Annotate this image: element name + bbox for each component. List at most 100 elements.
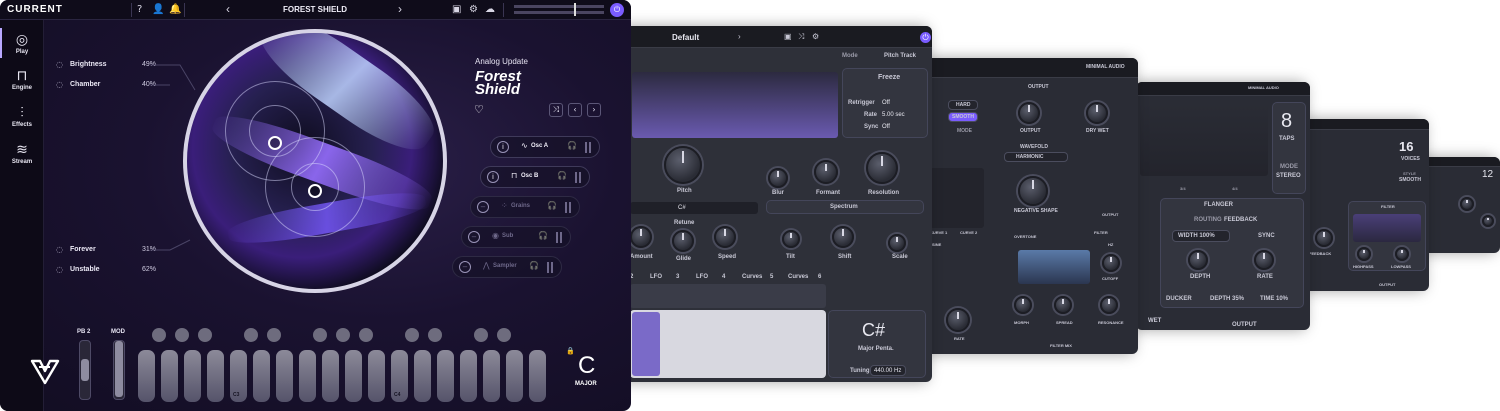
white-key[interactable]: [460, 350, 477, 402]
save-icon[interactable]: ▣: [784, 32, 792, 41]
feedback-knob[interactable]: [1315, 229, 1333, 247]
white-key[interactable]: [437, 350, 454, 402]
blur-knob[interactable]: [768, 168, 788, 188]
preset-name[interactable]: Default: [672, 33, 699, 42]
depth-knob[interactable]: [1188, 250, 1208, 270]
black-key[interactable]: [175, 328, 189, 342]
help-icon[interactable]: ?: [137, 4, 142, 15]
layer-osc-b[interactable]: i ⊓ Osc B 🎧: [480, 166, 590, 188]
layer-sub[interactable]: − ◉ Sub 🎧: [461, 226, 571, 248]
layer-sampler[interactable]: − ⋀ Sampler 🎧: [452, 256, 562, 278]
layer-info-icon[interactable]: i: [487, 171, 499, 183]
tilt-knob[interactable]: [782, 230, 800, 248]
scale-knob[interactable]: [888, 234, 906, 252]
white-key[interactable]: [207, 350, 224, 402]
nav-play[interactable]: ◎ Play: [0, 28, 44, 58]
negative-shape-knob[interactable]: [1018, 176, 1048, 206]
rate-value[interactable]: 5.00 sec: [882, 112, 905, 118]
layer-osc-a[interactable]: i ∿ Osc A 🎧: [490, 136, 600, 158]
mod-tab-6[interactable]: 6: [818, 274, 821, 280]
white-key[interactable]: [529, 350, 546, 402]
next-icon[interactable]: ›: [587, 103, 601, 117]
cutoff-knob[interactable]: [1102, 254, 1120, 272]
headphones-icon[interactable]: 🎧: [567, 141, 577, 150]
prev-preset-icon[interactable]: ‹: [226, 2, 230, 16]
layer-disabled-icon[interactable]: −: [477, 201, 489, 213]
power-icon[interactable]: ⏻: [610, 3, 624, 17]
white-key[interactable]: [299, 350, 316, 402]
morph-knob[interactable]: [1014, 296, 1032, 314]
amount-knob[interactable]: [630, 226, 652, 248]
headphones-icon[interactable]: 🎧: [538, 231, 548, 240]
pitch-bend-wheel[interactable]: [79, 340, 91, 400]
white-key[interactable]: [322, 350, 339, 402]
output-meter-right[interactable]: [514, 9, 604, 16]
mod-tab-3[interactable]: 3: [676, 274, 679, 280]
nav-stream[interactable]: ≋ Stream: [0, 142, 44, 165]
rate-knob[interactable]: [1254, 250, 1274, 270]
black-key[interactable]: [497, 328, 511, 342]
layer-grains[interactable]: − ⁘ Grains 🎧: [470, 196, 580, 218]
mod-wheel[interactable]: [113, 340, 125, 400]
shift-knob[interactable]: [832, 226, 854, 248]
rate-knob[interactable]: [946, 308, 970, 332]
cloud-icon[interactable]: ☁: [485, 4, 495, 15]
headphones-icon[interactable]: 🎧: [547, 201, 557, 210]
output-meter-left[interactable]: [514, 3, 604, 10]
user-icon[interactable]: 👤: [152, 4, 164, 15]
layer-disabled-icon[interactable]: −: [459, 261, 471, 273]
black-key[interactable]: [336, 328, 350, 342]
white-key[interactable]: [161, 350, 178, 402]
white-key[interactable]: [276, 350, 293, 402]
artwork-disc[interactable]: [183, 29, 447, 293]
layer-disabled-icon[interactable]: −: [468, 231, 480, 243]
mode-value[interactable]: Pitch Track: [884, 53, 916, 59]
resolution-knob[interactable]: [866, 152, 898, 184]
shuffle-icon[interactable]: ⤨: [798, 32, 804, 42]
macro-brightness[interactable]: ◌ Brightness 49%: [56, 60, 156, 69]
pitch-knob[interactable]: [664, 146, 702, 184]
macro-chamber[interactable]: ◌ Chamber 40%: [56, 80, 156, 89]
black-key[interactable]: [244, 328, 258, 342]
shuffle-icon[interactable]: ⤨: [549, 103, 563, 117]
black-key[interactable]: [359, 328, 373, 342]
formant-knob[interactable]: [814, 160, 838, 184]
key-scale[interactable]: MAJOR: [575, 381, 597, 387]
headphones-icon[interactable]: 🎧: [557, 171, 567, 180]
black-key[interactable]: [474, 328, 488, 342]
black-key[interactable]: [198, 328, 212, 342]
white-key[interactable]: [483, 350, 500, 402]
macro-unstable[interactable]: ◌ Unstable 62%: [56, 265, 156, 274]
retrigger-value[interactable]: Off: [882, 100, 890, 106]
bell-icon[interactable]: 🔔: [169, 4, 181, 15]
spectrum-label[interactable]: Spectrum: [830, 204, 858, 210]
win6-knob-2[interactable]: [1482, 215, 1494, 227]
xy-handle-b[interactable]: [308, 184, 322, 198]
heart-icon[interactable]: ♡: [474, 103, 484, 116]
white-key[interactable]: [138, 350, 155, 402]
resonance-knob[interactable]: [1100, 296, 1118, 314]
black-key[interactable]: [405, 328, 419, 342]
nav-engine[interactable]: ⊓ Engine: [0, 68, 44, 91]
glide-knob[interactable]: [672, 230, 694, 252]
black-key[interactable]: [428, 328, 442, 342]
white-key[interactable]: [345, 350, 362, 402]
white-key[interactable]: [368, 350, 385, 402]
output-knob[interactable]: [1018, 102, 1040, 124]
mod-tab-5[interactable]: 5: [770, 274, 773, 280]
preset-name[interactable]: FOREST SHIELD: [240, 5, 390, 14]
black-key[interactable]: [267, 328, 281, 342]
highpass-knob[interactable]: [1357, 247, 1371, 261]
next-preset-icon[interactable]: ›: [738, 32, 741, 41]
mod-tab-curves-1[interactable]: Curves: [742, 274, 762, 280]
power-icon[interactable]: ⏻: [920, 32, 931, 43]
pitch-bend-range[interactable]: 2: [87, 329, 90, 335]
white-key[interactable]: C3: [230, 350, 247, 402]
mod-tab-lfo-1[interactable]: LFO: [650, 274, 662, 280]
settings-icon[interactable]: ⚙: [812, 32, 819, 41]
prev-icon[interactable]: ‹: [568, 103, 582, 117]
headphones-icon[interactable]: 🎧: [529, 261, 539, 270]
mod-tab-4[interactable]: 4: [722, 274, 725, 280]
mod-tab-lfo-2[interactable]: LFO: [696, 274, 708, 280]
white-key[interactable]: [184, 350, 201, 402]
